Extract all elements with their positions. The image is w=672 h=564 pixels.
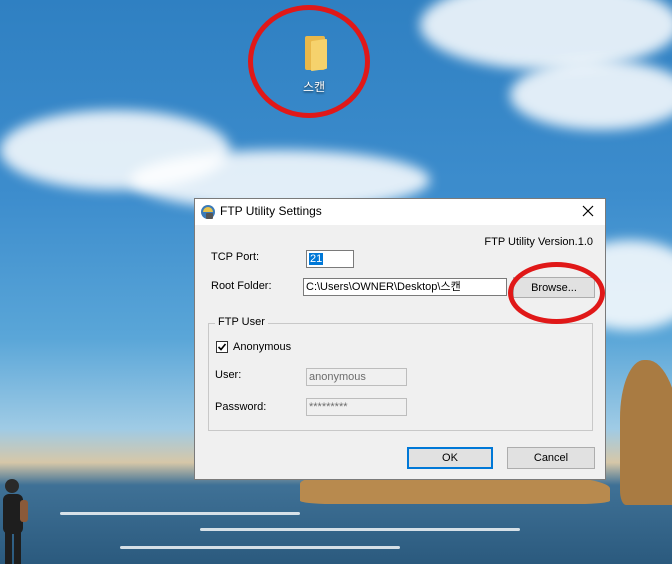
user-input[interactable]: anonymous (306, 368, 407, 386)
tcp-port-label: TCP Port: (211, 251, 260, 263)
ftp-user-group: FTP User Anonymous User: anonymous Passw… (208, 316, 593, 431)
ftp-user-group-title: FTP User (215, 316, 268, 328)
wave (120, 546, 400, 549)
dialog-titlebar[interactable]: FTP Utility Settings (195, 199, 605, 225)
close-icon (582, 205, 594, 217)
anonymous-checkbox[interactable] (216, 341, 228, 353)
rock-cliff (620, 360, 672, 505)
ok-button[interactable]: OK (407, 447, 493, 469)
red-annotation-circle-browse (508, 262, 605, 324)
close-button[interactable] (577, 201, 599, 221)
dialog-title: FTP Utility Settings (220, 204, 322, 218)
anonymous-label[interactable]: Anonymous (233, 341, 291, 353)
password-label: Password: (215, 401, 267, 413)
cancel-button[interactable]: Cancel (507, 447, 595, 469)
red-annotation-circle-folder (248, 5, 370, 118)
wave (200, 528, 520, 531)
root-folder-label: Root Folder: (211, 280, 272, 292)
root-folder-input[interactable]: C:\Users\OWNER\Desktop\스캔 (303, 278, 507, 296)
user-label: User: (215, 369, 242, 381)
cloud (420, 0, 672, 70)
tcp-port-value: 21 (309, 253, 324, 265)
check-icon (217, 343, 227, 351)
person-silhouette (3, 479, 28, 564)
ftp-settings-dialog: FTP Utility Settings FTP Utility Version… (194, 198, 606, 480)
version-text: FTP Utility Version.1.0 (484, 236, 593, 248)
cloud (510, 60, 672, 130)
ftp-app-icon (201, 205, 215, 219)
wave (60, 512, 300, 515)
tcp-port-input[interactable]: 21 (306, 250, 354, 268)
password-input[interactable]: ********* (306, 398, 407, 416)
